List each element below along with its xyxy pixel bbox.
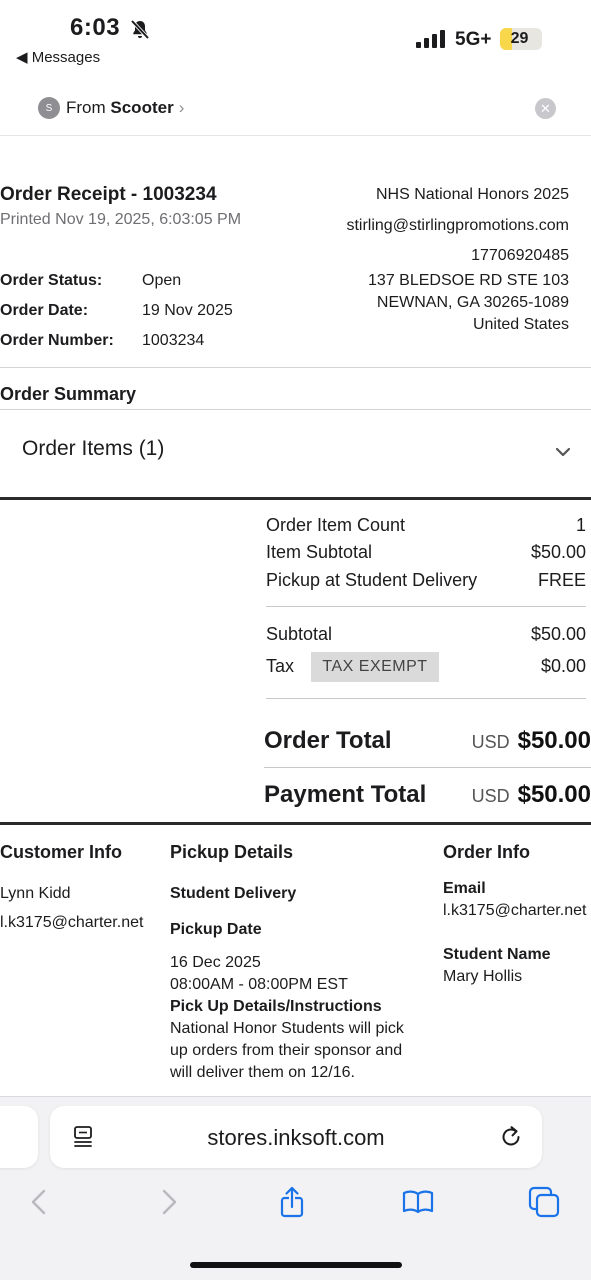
order-number-value: 1003234 [142,332,205,349]
printed-timestamp: Printed Nov 19, 2025, 6:03:05 PM [0,211,242,228]
divider [266,698,586,699]
order-total-label: Order Total [264,727,392,754]
pickup-instructions-line3: will deliver them on 12/16. [170,1064,355,1081]
order-summary-heading: Order Summary [0,384,137,404]
store-address-line2: NEWNAN, GA 30265-1089 [376,294,569,311]
share-icon[interactable] [276,1186,308,1218]
divider [266,606,586,607]
payment-total-currency: USD [471,786,510,806]
reload-icon[interactable] [498,1124,524,1150]
sender-name: Scooter [110,98,174,117]
payment-total-value: $50.00 [517,781,591,808]
order-info-email[interactable]: l.k3175@charter.net [443,900,586,922]
from-prefix: From [66,98,111,117]
order-info-email-label: Email [443,880,486,897]
divider [264,767,591,768]
message-source-link[interactable]: S From Scooter › [38,96,184,120]
back-icon[interactable] [24,1186,56,1218]
status-time: 6:03 [70,14,121,41]
address-url[interactable]: stores.inksoft.com [50,1125,542,1151]
divider-thick [0,822,591,825]
student-name-label: Student Name [443,946,551,963]
chevron-right-icon: › [178,98,185,117]
battery-icon: 29 [500,28,542,50]
store-name: NHS National Honors 2025 [376,186,569,203]
divider-thick [0,497,591,500]
order-total-amount: USD $50.00 [472,727,591,755]
pickup-fee-label: Pickup at Student Delivery [266,570,478,590]
customer-name: Lynn Kidd [0,885,71,902]
pickup-date-label: Pickup Date [170,921,262,938]
subtotal-value: $50.00 [530,624,586,644]
avatar: S [38,97,60,119]
pickup-details-heading: Pickup Details [170,842,294,862]
receipt-title: Order Receipt - 1003234 [0,184,217,205]
pickup-instructions-line1: National Honor Students will pick [170,1020,404,1037]
store-phone[interactable]: 17706920485 [471,247,569,265]
order-info-heading: Order Info [443,842,531,862]
customer-info-heading: Customer Info [0,842,123,862]
chevron-down-icon[interactable] [553,442,573,462]
pickup-time: 08:00AM - 08:00PM EST [170,976,348,993]
home-indicator[interactable] [190,1262,402,1268]
payment-total-label: Payment Total [264,781,427,808]
student-name: Mary Hollis [443,968,523,985]
item-subtotal-value: $50.00 [530,542,586,562]
order-number-label: Order Number: [0,332,114,349]
pickup-fee-value: FREE [537,570,586,590]
order-status-label: Order Status: [0,272,103,289]
forward-icon[interactable] [152,1186,184,1218]
signal-icon [416,30,445,48]
close-button[interactable]: ✕ [535,98,556,119]
back-to-messages-link[interactable]: ◀ Messages [16,48,100,66]
from-label: From Scooter [66,98,174,118]
pickup-instructions-line2: up orders from their sponsor and [170,1042,403,1059]
item-count-label: Order Item Count [266,515,406,535]
order-status-value: Open [142,272,182,289]
pickup-method: Student Delivery [170,885,297,902]
order-total-value: $50.00 [517,727,591,754]
bookmarks-icon[interactable] [402,1186,434,1218]
divider [0,367,591,368]
order-total-currency: USD [471,732,510,752]
payment-total-amount: USD $50.00 [472,781,591,809]
battery-level: 29 [510,30,529,47]
store-country: United States [472,316,569,333]
pickup-instructions-label: Pick Up Details/Instructions [170,998,382,1015]
store-address-line1: 137 BLEDSOE RD STE 103 [368,272,569,289]
item-count-value: 1 [575,515,586,535]
tax-value: $0.00 [540,656,586,676]
subtotal-label: Subtotal [266,624,333,644]
bell-muted-icon [130,19,150,40]
store-email[interactable]: stirling@stirlingpromotions.com [346,217,569,235]
order-date-label: Order Date: [0,302,89,319]
network-type: 5G+ [455,29,492,50]
previous-tab-preview[interactable] [0,1106,38,1168]
tabs-icon[interactable] [528,1186,560,1218]
divider [0,135,591,136]
tax-label: Tax [266,656,295,676]
tax-exempt-badge: TAX EXEMPT [311,652,439,682]
order-date-value: 19 Nov 2025 [142,302,233,319]
order-items-heading[interactable]: Order Items (1) [22,437,164,461]
item-subtotal-label: Item Subtotal [266,542,373,562]
customer-email[interactable]: l.k3175@charter.net [0,912,143,934]
pickup-date: 16 Dec 2025 [170,954,261,971]
